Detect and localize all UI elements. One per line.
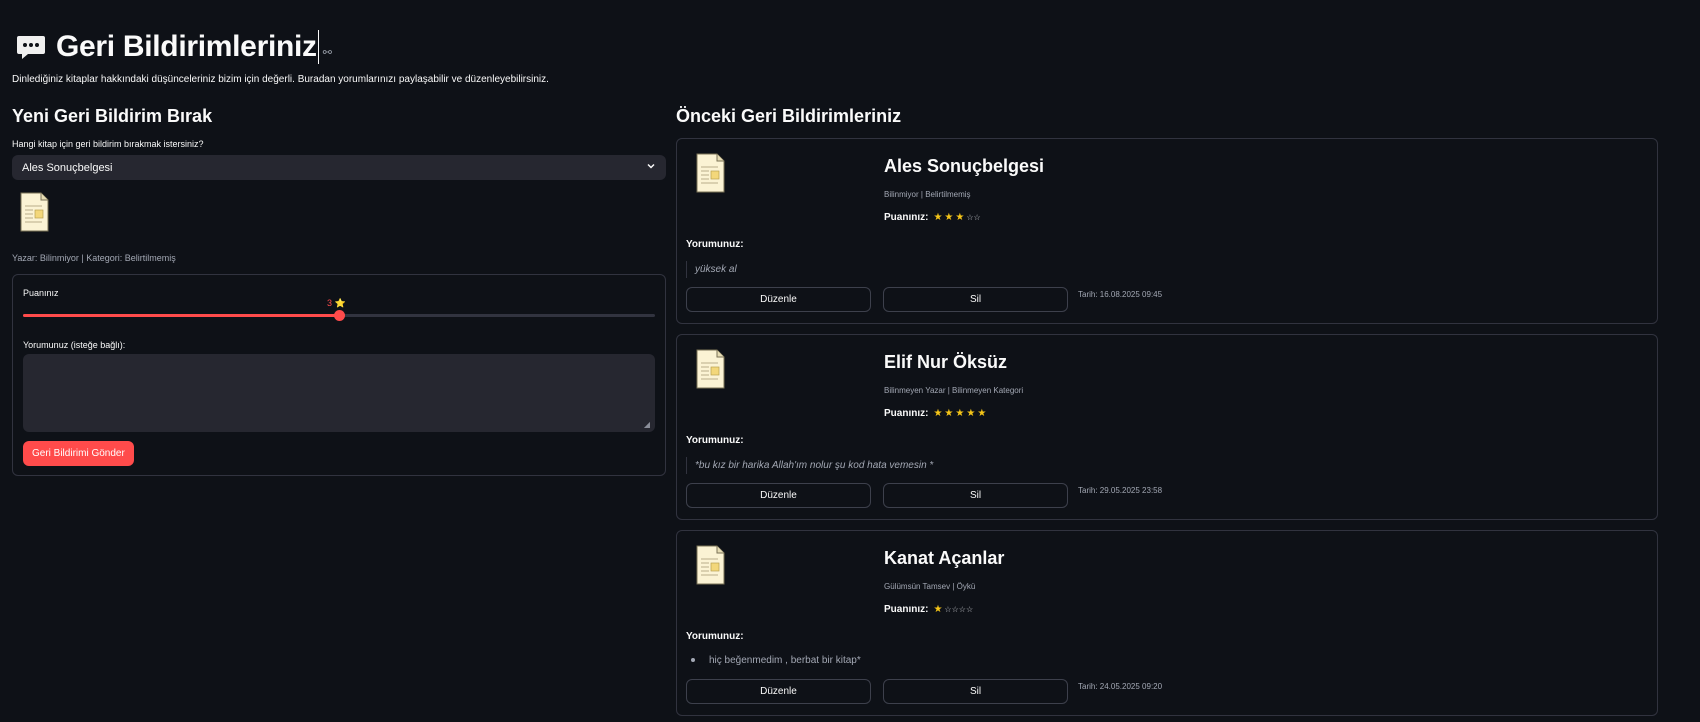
rating-slider[interactable]: 3 ⭐ (23, 298, 655, 321)
book-select-label: Hangi kitap için geri bildirim bırakmak … (12, 139, 204, 149)
edit-button[interactable]: Düzenle (686, 679, 871, 704)
star-filled-icon: ★ (966, 408, 978, 419)
star-empty-icon: ☆ (958, 605, 966, 614)
book-select-value: Ales Sonuçbelgesi (22, 161, 113, 174)
card-rating: Puanınız: ★☆☆☆☆ (884, 604, 973, 615)
card-rating-label: Puanınız: (884, 408, 929, 419)
slider-fill (23, 314, 339, 317)
comment-label: Yorumunuz (isteğe bağlı): (23, 340, 126, 350)
card-rating-label: Puanınız: (884, 604, 929, 615)
previous-feedback-title: Önceki Geri Bildirimleriniz (676, 106, 902, 126)
link-icon[interactable]: ⚯ (323, 46, 332, 59)
page-subtitle: Dinlediğiniz kitaplar hakkındaki düşünce… (12, 74, 549, 85)
star-filled-icon: ★ (944, 212, 956, 223)
star-empty-icon: ☆ (944, 605, 952, 614)
document-icon (696, 545, 725, 585)
card-comment-label: Yorumunuz: (686, 435, 744, 446)
star-filled-icon: ★ (955, 212, 967, 223)
star-icon: ⭐ (334, 298, 346, 308)
card-comment-label: Yorumunuz: (686, 239, 744, 250)
card-rating-label: Puanınız: (884, 212, 929, 223)
document-icon (20, 192, 49, 232)
feedback-card: Kanat Açanlar Gülümsün Tamsev | Öykü Pua… (676, 530, 1658, 716)
feedback-card: Elif Nur Öksüz Bilinmeyen Yazar | Bilinm… (676, 334, 1658, 520)
card-book-title: Ales Sonuçbelgesi (884, 156, 1045, 176)
book-meta: Yazar: Bilinmiyor | Kategori: Belirtilme… (12, 253, 176, 263)
card-rating: Puanınız: ★★★☆☆ (884, 212, 981, 223)
page-header: Geri Bildirimleriniz ⚯ (16, 30, 332, 64)
delete-button[interactable]: Sil (883, 483, 1068, 508)
star-filled-icon: ★ (944, 408, 956, 419)
star-rating: ★★★☆☆ (933, 212, 980, 223)
slider-value: 3 ⭐ (327, 298, 346, 308)
star-filled-icon: ★ (933, 212, 945, 223)
card-book-meta: Gülümsün Tamsev | Öykü (884, 582, 976, 591)
card-date: Tarih: 16.08.2025 09:45 (1078, 290, 1163, 299)
comment-textarea[interactable]: ◢ (23, 354, 655, 432)
feedback-form: Puanınız 3 ⭐ Yorumunuz (isteğe bağlı): ◢… (12, 274, 666, 476)
submit-feedback-button[interactable]: Geri Bildirimi Gönder (23, 441, 134, 466)
bullet-icon (691, 658, 695, 663)
chevron-down-icon (646, 161, 656, 174)
book-select[interactable]: Ales Sonuçbelgesi (12, 155, 666, 180)
resize-grip-icon[interactable]: ◢ (644, 420, 650, 429)
document-icon (696, 153, 725, 193)
text-cursor (317, 30, 319, 64)
edit-button[interactable]: Düzenle (686, 483, 871, 508)
speech-bubble-icon (17, 36, 45, 59)
star-empty-icon: ☆ (951, 605, 959, 614)
star-filled-icon: ★ (933, 408, 945, 419)
slider-thumb[interactable] (334, 310, 345, 321)
delete-button[interactable]: Sil (883, 287, 1068, 312)
card-book-meta: Bilinmiyor | Belirtilmemiş (884, 190, 971, 199)
card-date: Tarih: 24.05.2025 09:20 (1078, 682, 1163, 691)
star-rating: ★☆☆☆☆ (933, 604, 973, 615)
page-title: Geri Bildirimleriniz (56, 30, 317, 63)
comment-text: yüksek al (686, 261, 737, 278)
new-feedback-title: Yeni Geri Bildirim Bırak (12, 106, 213, 126)
star-empty-icon: ☆ (973, 213, 981, 222)
comment-text: *bu kız bir harika Allah'ım nolur şu kod… (686, 457, 933, 474)
star-filled-icon: ★ (933, 604, 945, 615)
card-date: Tarih: 29.05.2025 23:58 (1078, 486, 1163, 495)
card-rating: Puanınız: ★★★★★ (884, 408, 988, 419)
document-icon (696, 349, 725, 389)
star-empty-icon: ☆ (966, 213, 974, 222)
star-filled-icon: ★ (955, 408, 967, 419)
feedback-card: Ales Sonuçbelgesi Bilinmiyor | Belirtilm… (676, 138, 1658, 324)
comment-text: hiç beğenmedim , berbat bir kitap* (691, 655, 861, 666)
card-book-title: Kanat Açanlar (884, 548, 1005, 568)
star-filled-icon: ★ (977, 408, 989, 419)
delete-button[interactable]: Sil (883, 679, 1068, 704)
star-empty-icon: ☆ (965, 605, 974, 614)
rating-label: Puanınız (23, 288, 59, 298)
card-comment-label: Yorumunuz: (686, 631, 744, 642)
edit-button[interactable]: Düzenle (686, 287, 871, 312)
card-book-title: Elif Nur Öksüz (884, 352, 1008, 372)
star-rating: ★★★★★ (933, 408, 988, 419)
card-book-meta: Bilinmeyen Yazar | Bilinmeyen Kategori (884, 386, 1024, 395)
